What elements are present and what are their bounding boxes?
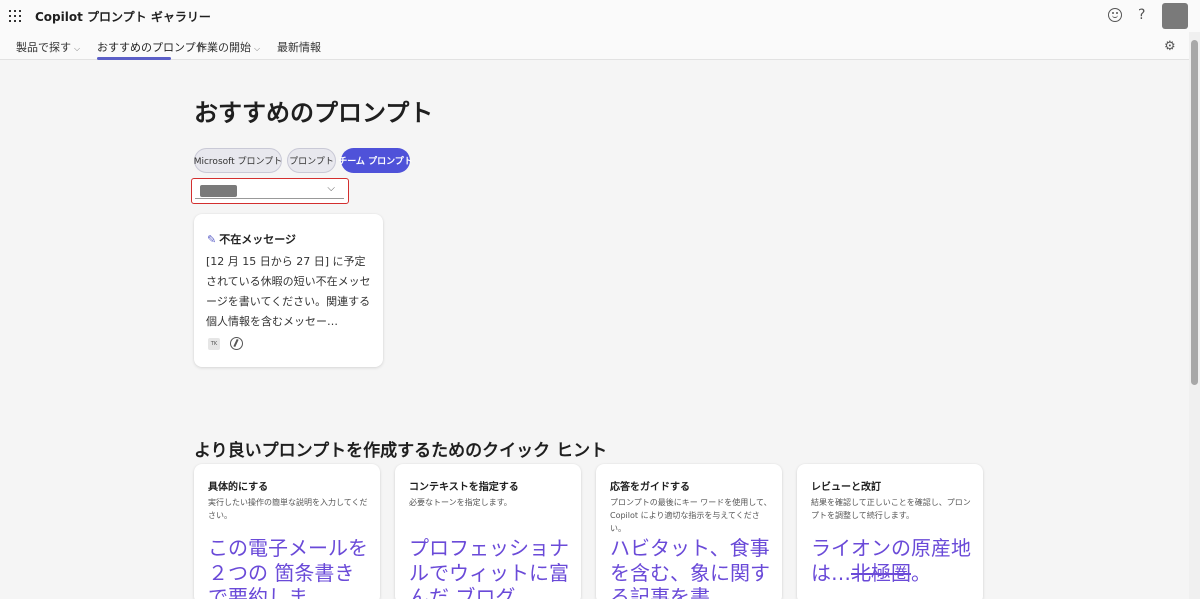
pen-icon: ✎ (207, 233, 217, 246)
tip-example: ハビタット、食事 を含む、象に関する記事を書 (610, 536, 770, 599)
tip-example-strike: 北極圏 (851, 560, 911, 585)
nav-item-label: 製品で探す (16, 41, 71, 54)
tip-description: 必要なトーンを指定します。 (409, 498, 512, 507)
tip-heading: レビューと改訂 (811, 482, 881, 493)
copilot-icon (230, 337, 243, 350)
nav-item-whats-new[interactable]: 最新情報 (277, 39, 321, 55)
app-title: Copilot プロンプト ギャラリー (35, 10, 211, 24)
tip-heading: 具体的にする (208, 482, 269, 493)
prompt-card-title: ✎ 不在メッセージ (207, 231, 296, 247)
tip-card-review: レビューと改訂 結果を確認して正しいことを確認し、プロンプトを調整して続行します… (797, 464, 983, 599)
scroll-thumb[interactable] (1191, 40, 1198, 385)
tips-section-title: より良いプロンプトを作成するためのクイック ヒント (194, 441, 608, 461)
nav-bar: 製品で探す ⌵ おすすめのプロンプト 作業の開始 ⌵ 最新情報 ⚙ (0, 32, 1189, 60)
app-launcher-icon[interactable] (9, 10, 21, 22)
nav-item-label: おすすめのプロンプト (97, 41, 207, 54)
chevron-down-icon: ⌵ (254, 44, 261, 53)
tip-card-guide: 応答をガイドする プロンプトの最後にキー ワードを使用して、Copilot によ… (596, 464, 782, 599)
chevron-down-icon: ⌵ (327, 183, 335, 194)
tip-example-suffix: 。 (911, 560, 931, 585)
tip-example: プロフェッショナルでウィットに富んだ ブログ (409, 536, 569, 599)
tip-description: 実行したい操作の簡単な説明を入力してください。 (208, 498, 368, 520)
tip-card-specific: 具体的にする 実行したい操作の簡単な説明を入力してください。 この電子メールを２… (194, 464, 380, 599)
team-select-dropdown[interactable]: ⌵ (191, 178, 349, 204)
nav-item-label: 作業の開始 (196, 41, 251, 54)
nav-item-recommended[interactable]: おすすめのプロンプト (97, 39, 207, 55)
active-tab-indicator (97, 57, 171, 60)
dropdown-field[interactable]: ⌵ (195, 182, 344, 199)
page-title: おすすめのプロンプト (194, 99, 434, 127)
gear-icon[interactable]: ⚙ (1164, 39, 1176, 54)
scrollbar[interactable] (1189, 32, 1200, 599)
tip-example: この電子メールを２つの 箇条書きで要約しま (208, 536, 368, 599)
top-bar: Copilot プロンプト ギャラリー ? (0, 0, 1200, 32)
feedback-smile-icon[interactable] (1108, 8, 1122, 22)
avatar[interactable] (1162, 3, 1188, 29)
nav-item-get-started[interactable]: 作業の開始 ⌵ (196, 39, 260, 55)
nav-item-label: 最新情報 (277, 41, 321, 54)
nav-item-products[interactable]: 製品で探す ⌵ (16, 39, 80, 55)
tip-heading: 応答をガイドする (610, 482, 690, 493)
filter-team-prompts[interactable]: チーム プロンプト (338, 148, 413, 173)
prompt-card-body: [12 月 15 日から 27 日] に予定されている休暇の短い不在メッセージを… (206, 255, 371, 328)
filter-microsoft-prompts[interactable]: Microsoft プロンプト (194, 148, 282, 173)
help-icon[interactable]: ? (1138, 7, 1145, 23)
tip-description: プロンプトの最後にキー ワードを使用して、Copilot により適切な指示を与え… (610, 498, 772, 533)
chevron-down-icon: ⌵ (74, 44, 81, 53)
tip-heading: コンテキストを指定する (409, 482, 519, 493)
author-badge: TK (208, 338, 220, 350)
tip-description: 結果を確認して正しいことを確認し、プロンプトを調整して続行します。 (811, 498, 971, 520)
tip-example: ライオンの原産地は…北極圏。 (811, 536, 973, 585)
redacted-team-name (200, 185, 237, 197)
prompt-card-title-text: 不在メッセージ (219, 233, 296, 246)
tip-card-context: コンテキストを指定する 必要なトーンを指定します。 プロフェッショナルでウィット… (395, 464, 581, 599)
prompt-card[interactable]: ✎ 不在メッセージ [12 月 15 日から 27 日] に予定されている休暇の短… (194, 214, 383, 367)
filter-prompts[interactable]: プロンプト (287, 148, 336, 173)
